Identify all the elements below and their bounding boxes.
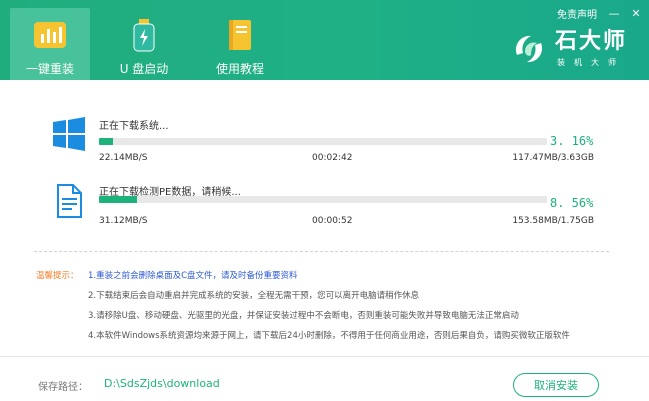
download-size: 153.58MB/1.75GB (512, 216, 594, 226)
progress-percent: 3. 16% (550, 134, 594, 148)
tip-line: 3.请移除U盘、移动硬盘、光驱里的光盘，并保证安装过程中不会断电，否则重装可能失… (88, 311, 519, 321)
download-size: 117.47MB/3.63GB (512, 153, 594, 163)
download-title: 正在下载系统... (99, 121, 169, 132)
download-row-pe: 正在下载检测PE数据，请稍候... 8. 56% 31.12MB/S 00:00… (0, 176, 649, 256)
elapsed-time: 00:02:42 (312, 153, 353, 163)
footer-bar: 保存路径： D:\SdsZjds\download 取消安装 (0, 356, 649, 401)
minimize-button[interactable]: — (609, 7, 620, 20)
brand-subtitle: 装机大师 (556, 58, 625, 67)
tab-label: 一键重装 (25, 62, 74, 76)
tab-label: 使用教程 (215, 62, 264, 76)
close-button[interactable]: ✕ (631, 7, 641, 20)
elapsed-time: 00:00:52 (312, 216, 353, 226)
download-speed: 22.14MB/S (99, 153, 148, 163)
progress-fill (99, 138, 114, 145)
tab-tutorial[interactable]: 使用教程 (200, 8, 280, 80)
tab-usb-boot[interactable]: U 盘启动 (104, 8, 184, 80)
tip-line: 1.重装之前会删除桌面及C盘文件，请及时备份重要资料 (88, 271, 298, 281)
shidashi-logo-icon (515, 35, 543, 63)
document-icon (57, 184, 82, 218)
tips-label: 温馨提示： (36, 271, 79, 281)
cancel-install-button[interactable]: 取消安装 (513, 373, 599, 397)
usb-drive-icon (133, 19, 155, 52)
save-path-label: 保存路径： (38, 382, 88, 393)
tip-line: 4.本软件Windows系统资源均来源于网上，请下载后24小时删除，不得用于任何… (88, 331, 570, 341)
book-icon (229, 20, 251, 50)
tips-list: 1.重装之前会删除桌面及C盘文件，请及时备份重要资料 2.下载结束后会自动重启并… (88, 266, 570, 346)
brand-logo: 石大师 装机大师 (511, 30, 627, 68)
windows-logo-icon (53, 117, 85, 151)
brand-name: 石大师 (554, 29, 627, 54)
progress-bar (99, 196, 547, 203)
section-divider (34, 251, 609, 252)
tab-one-click-reinstall[interactable]: 一键重装 (10, 8, 90, 80)
save-path-value[interactable]: D:\SdsZjds\download (104, 377, 220, 390)
header-bar: 免责声明 — ✕ 一键重装 U 盘启动 使用教程 石大师 装机大师 (0, 0, 649, 80)
progress-fill (99, 196, 138, 203)
tip-line: 2.下载结束后会自动重启并完成系统的安装，全程无需干预，您可以离开电脑请稍作休息 (88, 291, 420, 301)
disclaimer-link[interactable]: 免责声明 (557, 6, 597, 21)
download-speed: 31.12MB/S (99, 216, 148, 226)
window-controls: 免责声明 — ✕ (557, 6, 641, 21)
progress-bar (99, 138, 547, 145)
chart-bars-icon (34, 22, 66, 48)
tab-label: U 盘启动 (119, 62, 169, 76)
progress-percent: 8. 56% (550, 196, 594, 210)
